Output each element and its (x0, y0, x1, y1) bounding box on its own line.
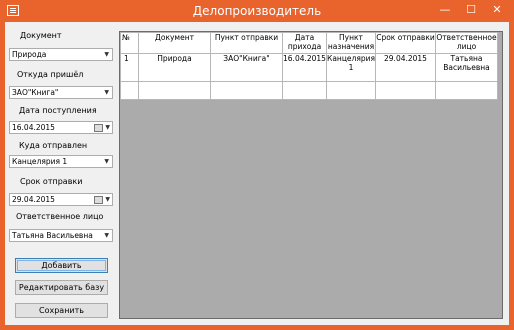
column-header[interactable]: Дата прихода (282, 32, 327, 54)
add-button[interactable]: Добавить (15, 258, 108, 273)
document-value: Природа (12, 50, 47, 59)
from-value: ЗАО"Книга" (12, 88, 59, 97)
records-grid[interactable]: № Документ Пункт отправки Дата прихода П… (119, 31, 503, 319)
chevron-down-icon[interactable]: ▼ (104, 51, 109, 58)
table-cell[interactable]: 16.04.2015 (282, 53, 327, 82)
close-button[interactable]: ✕ (484, 0, 510, 20)
received-date-value: 16.04.2015 (12, 123, 55, 132)
table-cell[interactable]: 29.04.2015 (375, 53, 436, 82)
deadline-date-picker[interactable]: 29.04.2015 ▼ (9, 193, 113, 206)
to-value: Канцелярия 1 (12, 157, 68, 166)
minimize-button[interactable]: — (432, 0, 458, 20)
table-cell[interactable] (138, 81, 211, 100)
table-cell[interactable]: Природа (138, 53, 211, 82)
edit-database-button[interactable]: Редактировать базу (15, 280, 108, 295)
table-cell[interactable] (282, 81, 327, 100)
table-cell[interactable] (210, 81, 283, 100)
document-combo[interactable]: Природа ▼ (9, 48, 113, 61)
table-cell[interactable]: ЗАО"Книга" (210, 53, 283, 82)
table-cell[interactable]: 1 (120, 53, 139, 82)
table-cell[interactable] (120, 81, 139, 100)
column-header[interactable]: Срок отправки (375, 32, 436, 54)
table-cell[interactable] (326, 81, 376, 100)
to-label: Куда отправлен (19, 141, 88, 150)
from-label: Откуда пришёл (17, 70, 84, 79)
received-date-picker[interactable]: 16.04.2015 ▼ (9, 121, 113, 134)
table-cell[interactable] (435, 81, 498, 100)
to-combo[interactable]: Канцелярия 1 ▼ (9, 155, 113, 168)
table-cell[interactable]: Татьяна Васильевна (435, 53, 498, 82)
chevron-down-icon[interactable]: ▼ (105, 124, 110, 131)
maximize-button[interactable]: ☐ (458, 0, 484, 20)
calendar-icon[interactable] (94, 196, 103, 204)
column-header[interactable]: Пункт отправки (210, 32, 283, 54)
document-label: Документ (20, 31, 62, 40)
client-area: Документ Природа ▼ Откуда пришёл ЗАО"Кни… (5, 22, 509, 325)
responsible-combo[interactable]: Татьяна Васильевна ▼ (9, 229, 113, 242)
chevron-down-icon[interactable]: ▼ (104, 158, 109, 165)
received-date-label: Дата поступления (19, 106, 97, 115)
column-header[interactable]: № (120, 32, 139, 54)
responsible-value: Татьяна Васильевна (12, 231, 93, 240)
table-cell[interactable] (375, 81, 436, 100)
chevron-down-icon[interactable]: ▼ (105, 196, 110, 203)
title-bar[interactable]: Делопроизводитель — ☐ ✕ (0, 0, 514, 22)
column-header[interactable]: Ответственное лицо (435, 32, 498, 54)
table-row[interactable]: 1 Природа ЗАО"Книга" 16.04.2015 Канцеляр… (120, 53, 498, 82)
from-combo[interactable]: ЗАО"Книга" ▼ (9, 86, 113, 99)
chevron-down-icon[interactable]: ▼ (104, 232, 109, 239)
chevron-down-icon[interactable]: ▼ (104, 89, 109, 96)
new-row[interactable] (120, 81, 498, 100)
table-header-row: № Документ Пункт отправки Дата прихода П… (120, 32, 498, 54)
save-button[interactable]: Сохранить (15, 303, 108, 318)
table-cell[interactable]: Канцелярия 1 (326, 53, 376, 82)
column-header[interactable]: Пункт назначения (326, 32, 376, 54)
deadline-label: Срок отправки (20, 177, 83, 186)
records-table: № Документ Пункт отправки Дата прихода П… (120, 32, 498, 100)
deadline-value: 29.04.2015 (12, 195, 55, 204)
column-header[interactable]: Документ (138, 32, 211, 54)
app-window: Делопроизводитель — ☐ ✕ Документ Природа… (0, 0, 514, 330)
calendar-icon[interactable] (94, 124, 103, 132)
responsible-label: Ответственное лицо (16, 212, 104, 221)
